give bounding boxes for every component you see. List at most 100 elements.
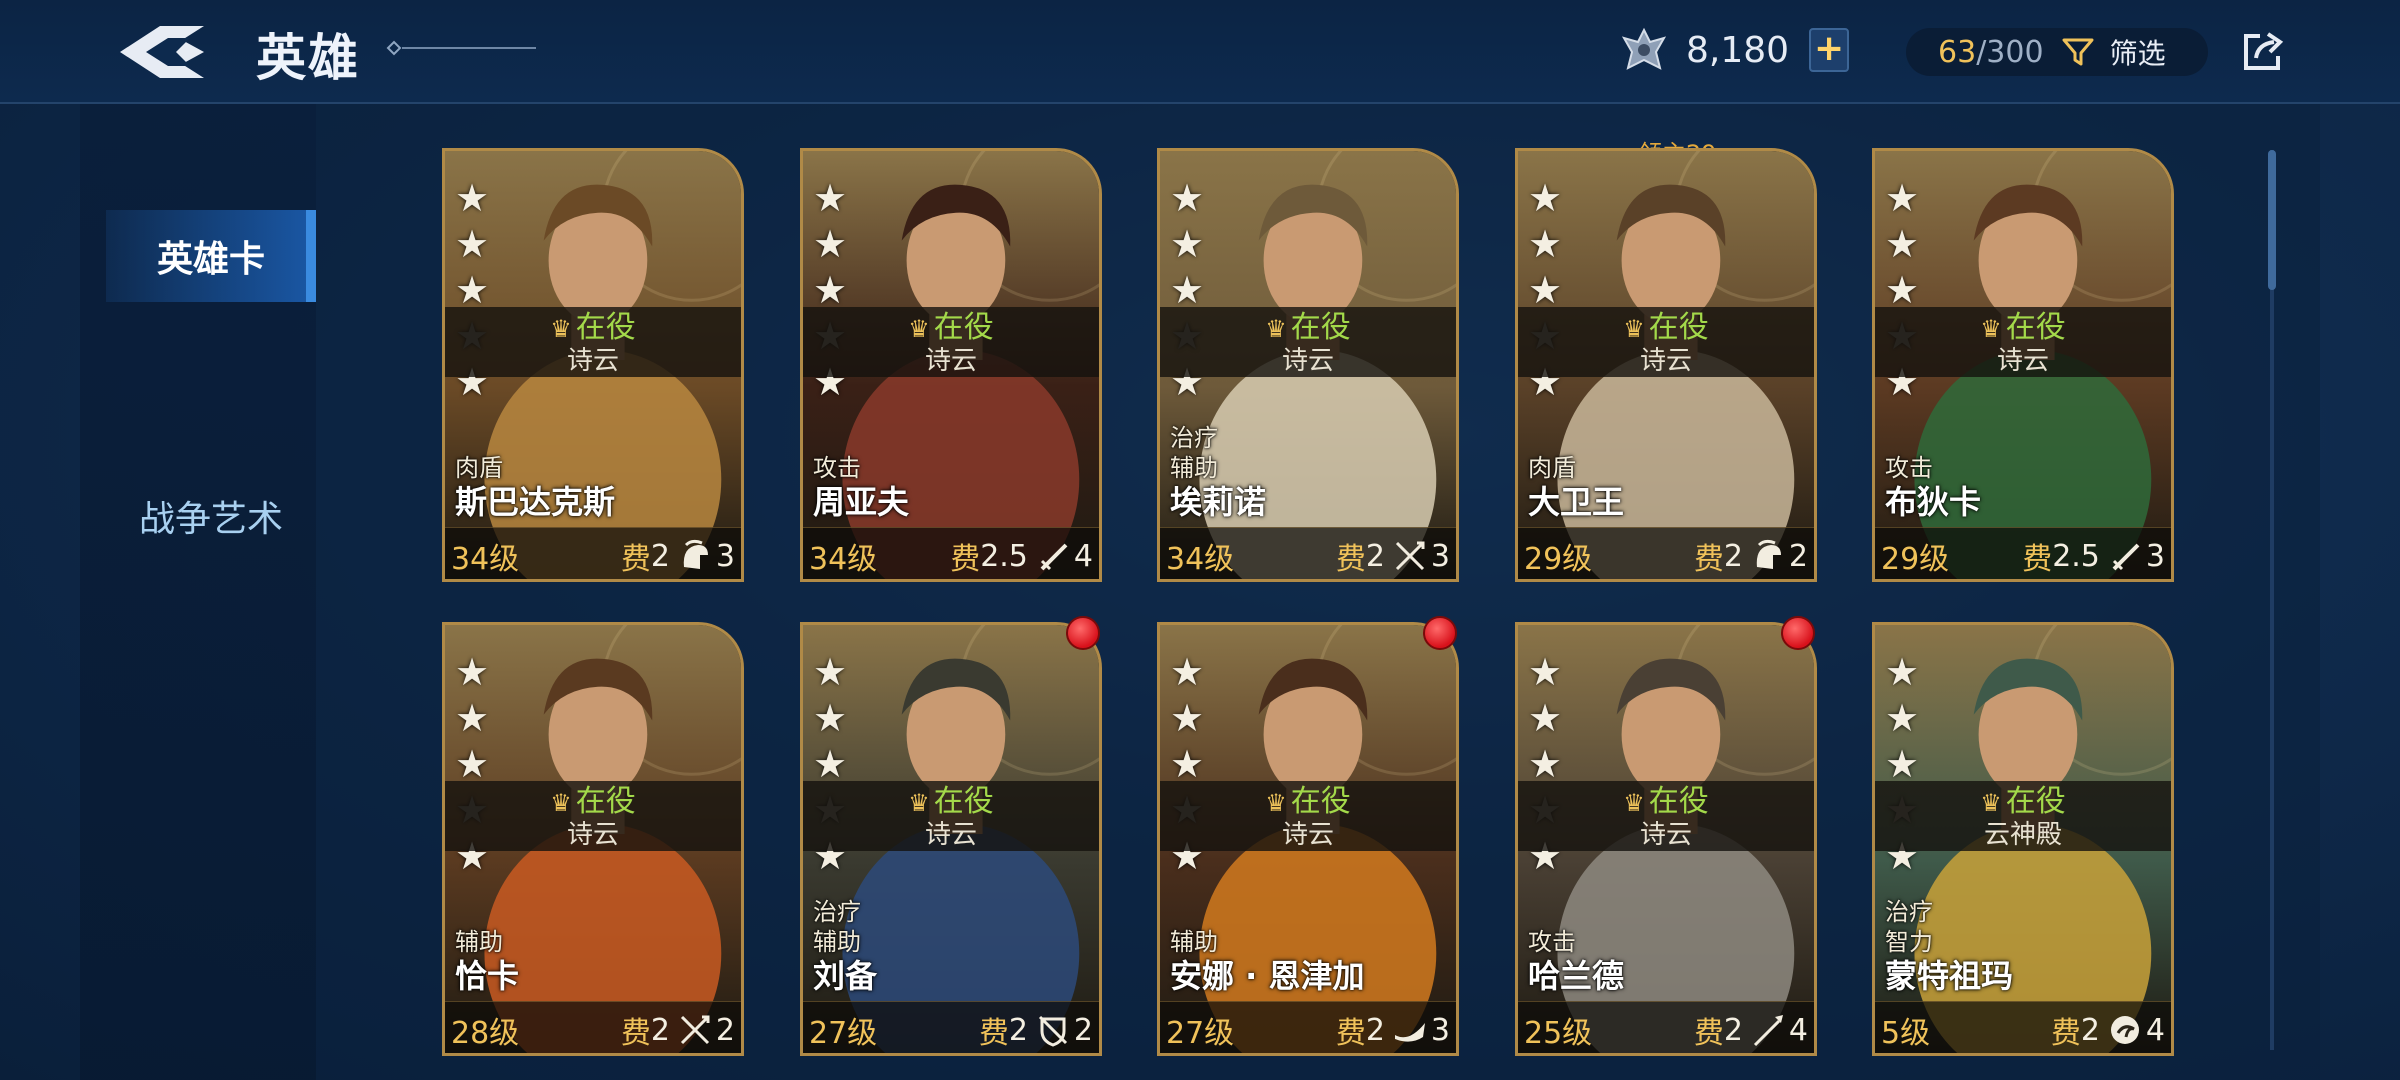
alliance-name: 云神殿 [1983,820,2062,850]
sword-icon [2112,543,2140,571]
cost-value: 2 [1723,1012,1743,1048]
notification-dot [1066,616,1100,650]
star-icon: ★ [1170,650,1205,694]
hero-name: 蒙特祖玛 [1885,957,2014,995]
hero-roles: 治疗 辅助 [813,897,861,957]
hero-level: 34级 [1166,542,1235,577]
troop-count: 4 [1073,538,1093,574]
active-status-band: ♛ 在役 诗云 [1518,781,1814,851]
hero-stats-bar: 27级 费 2 2 [803,1001,1099,1053]
hero-card[interactable]: ★★★★★ ♛在役 诗云 攻击 布狄卡 29级 费 2.5 3 [1872,148,2174,582]
hero-cost: 费 2.5 4 [950,534,1093,578]
crown-icon: ♛ [550,315,572,343]
crossed-arrows-icon [680,1015,710,1045]
hero-level: 28级 [451,1016,520,1051]
hero-name: 周亚夫 [813,483,910,521]
alliance-name: 诗云 [1281,346,1334,376]
filter-label: 筛选 [2109,37,2166,70]
hero-card[interactable]: ★★★★★ ♛在役 诗云 治疗辅助 刘备 27级 费 2 2 [800,622,1102,1056]
star-icon: ★ [1528,222,1563,266]
sidebar-item-hero-cards[interactable]: 英雄卡 [106,210,316,302]
active-status-label: 在役 [933,784,994,819]
active-status: ♛ 在役 [803,785,1099,820]
alliance-name: 诗云 [566,346,619,376]
active-status-band: ♛ 在役 诗云 [1875,307,2171,377]
hero-level: 34级 [451,542,520,577]
hero-cost: 费 2 4 [1694,1008,1808,1052]
hero-cost: 费 2 4 [2051,1008,2165,1052]
star-icon: ★ [813,222,848,266]
spear-icon [1753,1015,1783,1047]
sidebar-item-art-of-war[interactable]: 战争艺术 [106,470,316,562]
active-status: ♛ 在役 [1518,785,1814,820]
scrollbar-thumb[interactable] [2268,150,2276,290]
hero-name: 布狄卡 [1885,483,1982,521]
hero-name: 刘备 [813,957,878,995]
star-icon: ★ [1528,176,1563,220]
troop-count: 3 [1430,538,1450,574]
crown-icon: ♛ [908,789,930,817]
alliance-name: 诗云 [1639,346,1692,376]
troop-count: 4 [1788,1012,1808,1048]
crown-icon: ♛ [1265,789,1287,817]
active-status-band: ♛ 在役 诗云 [1518,307,1814,377]
notification-dot [1423,616,1457,650]
currency-value: 8,180 [1686,29,1790,71]
hero-level: 34级 [809,542,878,577]
back-button[interactable] [112,16,212,88]
star-icon: ★ [1170,696,1205,740]
active-status: ♛ 在役 [445,311,741,346]
active-status: ♛ 在役 [1160,785,1456,820]
hero-card[interactable]: ★★★★★ ♛在役 诗云 辅助 安娜 · 恩津加 27级 费 2 3 [1157,622,1459,1056]
active-status-label: 在役 [575,310,636,345]
star-icon: ★ [455,696,490,740]
crown-icon: ♛ [1265,315,1287,343]
page-title: 英雄 [256,29,360,87]
hero-card[interactable]: ★★★★★ ♛在役 诗云 攻击 哈兰德 25级 费 2 4 [1515,622,1817,1056]
cost-label: 费 [978,1016,1009,1051]
hero-card[interactable]: ★★★★★ ♛在役 云神殿 治疗智力 蒙特祖玛 5级 费 2 4 [1872,622,2174,1056]
star-icon: ★ [1170,176,1205,220]
active-status-label: 在役 [2005,310,2066,345]
cost-label: 费 [1335,542,1366,577]
crown-icon: ♛ [1623,789,1645,817]
hero-card[interactable]: ★★★★★ ♛在役 诗云 肉盾 大卫王 29级 费 2 2 [1515,148,1817,582]
add-currency-button[interactable]: + [1809,28,1850,72]
hero-stats-bar: 29级 费 2.5 3 [1875,527,2171,579]
active-status-band: ♛ 在役 诗云 [1160,307,1456,377]
share-button[interactable] [2240,30,2286,74]
hero-card[interactable]: ★★★★★ ♛在役 诗云 辅助 恰卡 28级 费 2 2 [442,622,744,1056]
active-status-label: 在役 [933,310,994,345]
hero-card[interactable]: ★★★★★ ♛在役 诗云 肉盾 斯巴达克斯 34级 费 2 3 [442,148,744,582]
active-status-label: 在役 [1648,784,1709,819]
hero-card[interactable]: ★★★★★ ♛在役 诗云 治疗辅助 埃莉诺 34级 费 2 3 [1157,148,1459,582]
hero-role: 治疗 [813,898,861,926]
active-status: ♛ 在役 [445,785,741,820]
star-icon: ★ [455,222,490,266]
cost-value: 2.5 [2052,538,2100,574]
hero-card[interactable]: ★★★★★ ♛在役 诗云 攻击 周亚夫 34级 费 2.5 4 [800,148,1102,582]
alliance-name: 诗云 [924,346,977,376]
active-status-label: 在役 [1290,784,1351,819]
troop-count: 3 [715,538,735,574]
hero-count: 63 [1938,34,1977,70]
cost-value: 2 [650,1012,670,1048]
troop-count: 4 [2145,1012,2165,1048]
hero-name: 哈兰德 [1528,957,1625,995]
crown-icon: ♛ [1980,789,2002,817]
cost-value: 2 [1008,1012,1028,1048]
sword-icon [1040,543,1068,571]
cost-label: 费 [620,542,651,577]
hero-role: 治疗 [1885,898,1933,926]
star-icon: ★ [1885,650,1920,694]
crown-icon: ♛ [908,315,930,343]
filter-button[interactable]: 63 /300 筛选 [1906,28,2208,76]
cost-value: 2 [1365,1012,1385,1048]
hero-cost: 费 2 2 [1694,534,1808,578]
sidebar-item-label: 英雄卡 [156,239,265,280]
cost-label: 费 [1335,1016,1366,1051]
star-icon: ★ [1885,222,1920,266]
cost-label: 费 [1693,542,1724,577]
troop-count: 2 [715,1012,735,1048]
hero-stats-bar: 25级 费 2 4 [1518,1001,1814,1053]
